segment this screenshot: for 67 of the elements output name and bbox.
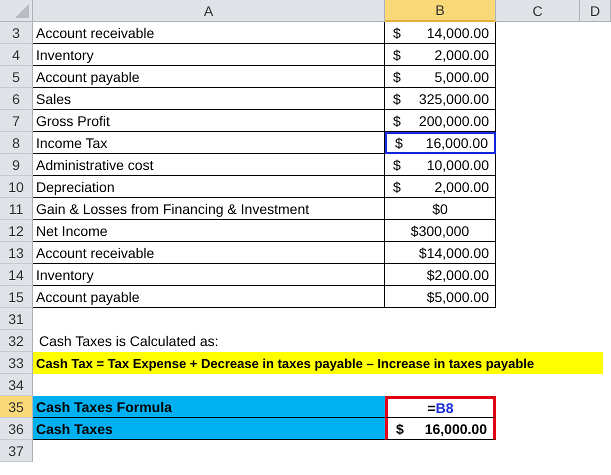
cell-amount: 16,000.00 xyxy=(424,420,487,436)
table-cell: Account receivable xyxy=(33,242,385,264)
row-header[interactable]: 14 xyxy=(0,264,33,286)
note-text: Cash Taxes is Calculated as: xyxy=(38,332,220,351)
column-header[interactable]: A xyxy=(33,0,385,22)
row-header[interactable]: 31 xyxy=(0,308,33,330)
row-header[interactable]: 5 xyxy=(0,66,33,88)
row-header[interactable]: 10 xyxy=(0,176,33,198)
table-cell: Sales xyxy=(33,88,385,110)
table-cell: $14,000.00 xyxy=(385,242,496,264)
column-header[interactable]: C xyxy=(496,0,580,22)
table-cell: $300,000 xyxy=(385,220,496,242)
table-cell: Gross Profit xyxy=(33,110,385,132)
table-cell: Inventory xyxy=(33,264,385,286)
row-header[interactable]: 37 xyxy=(0,440,33,462)
row-header[interactable]: 35 xyxy=(0,396,33,418)
row-header[interactable]: 33 xyxy=(0,352,33,374)
row-header[interactable]: 13 xyxy=(0,242,33,264)
table-cell: Income Tax xyxy=(33,132,385,154)
table-cell: Depreciation xyxy=(33,176,385,198)
table-cell: Gain & Losses from Financing & Investment xyxy=(33,198,385,220)
row-header[interactable]: 15 xyxy=(0,286,33,308)
row-header[interactable]: 6 xyxy=(0,88,33,110)
currency-symbol: $ xyxy=(396,420,404,436)
table-cell: Cash Taxes Formula xyxy=(33,396,385,418)
formula-sign: = xyxy=(427,400,436,416)
cell-amount: 325,000.00 xyxy=(418,90,489,106)
cell-amount: 5,000.00 xyxy=(434,68,489,84)
cell-amount: 2,000.00 xyxy=(434,178,489,194)
column-header[interactable]: B xyxy=(385,0,496,22)
currency-symbol: $ xyxy=(393,112,401,128)
cell-amount: 2,000.00 xyxy=(434,46,489,62)
currency-symbol: $ xyxy=(393,178,401,194)
formula-banner: Cash Tax = Tax Expense + Decrease in taxes payable – Increase in taxes payable xyxy=(33,352,603,374)
currency-symbol: $ xyxy=(395,135,403,151)
table-cell: Account payable xyxy=(33,286,385,308)
row-header[interactable]: 36 xyxy=(0,418,33,440)
row-header[interactable]: 7 xyxy=(0,110,33,132)
currency-symbol: $ xyxy=(393,156,401,172)
cell-amount: 10,000.00 xyxy=(426,156,489,172)
currency-symbol: $ xyxy=(393,90,401,106)
row-header[interactable]: 34 xyxy=(0,374,33,396)
row-header[interactable]: 3 xyxy=(0,22,33,44)
cell-amount: 14,000.00 xyxy=(426,24,489,40)
row-header[interactable]: 9 xyxy=(0,154,33,176)
table-cell: Net Income xyxy=(33,220,385,242)
cell-amount: 16,000.00 xyxy=(426,135,488,151)
table-cell: $0 xyxy=(385,198,496,220)
table-cell: $2,000.00 xyxy=(385,264,496,286)
column-header[interactable]: D xyxy=(580,0,611,22)
currency-symbol: $ xyxy=(393,46,401,62)
cell-amount: 200,000.00 xyxy=(418,112,489,128)
table-cell: Account receivable xyxy=(33,22,385,44)
row-header[interactable]: 12 xyxy=(0,220,33,242)
currency-symbol: $ xyxy=(393,68,401,84)
cell-reference: B8 xyxy=(436,400,454,416)
currency-symbol: $ xyxy=(393,24,401,40)
table-cell: Cash Taxes xyxy=(33,418,385,440)
table-cell: $5,000.00 xyxy=(385,286,496,308)
row-header[interactable]: 4 xyxy=(0,44,33,66)
row-header[interactable]: 11 xyxy=(0,198,33,220)
table-cell: Administrative cost xyxy=(33,154,385,176)
table-cell: Account payable xyxy=(33,66,385,88)
table-cell: Inventory xyxy=(33,44,385,66)
select-all-triangle-icon[interactable] xyxy=(15,4,29,18)
row-header[interactable]: 32 xyxy=(0,330,33,352)
row-header[interactable]: 8 xyxy=(0,132,33,154)
